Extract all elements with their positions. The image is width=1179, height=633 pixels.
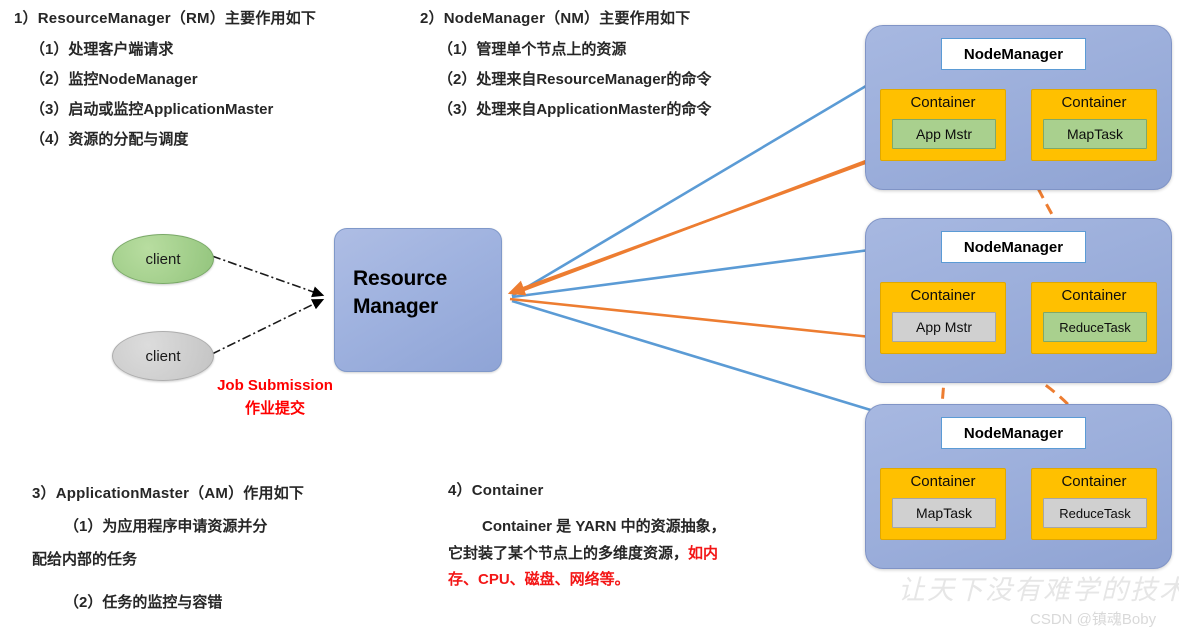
- client-green-label: client: [145, 250, 181, 268]
- container-box-1-right[interactable]: Container MapTask: [1031, 89, 1157, 161]
- section-nodemanager: 2）NodeManager（NM）主要作用如下 （1）管理单个节点上的资源 （2…: [420, 7, 711, 128]
- section-nm-items: （1）管理单个节点上的资源 （2）处理来自ResourceManager的命令 …: [420, 38, 711, 119]
- container-box-1-left[interactable]: Container App Mstr: [880, 89, 1006, 161]
- task-box-maptask-3[interactable]: MapTask: [892, 498, 996, 528]
- section-nm-item-3: （3）处理来自ApplicationMaster的命令: [438, 101, 712, 118]
- nodemanager-panel-2[interactable]: NodeManager Container App Mstr Container…: [865, 218, 1172, 383]
- section-applicationmaster: 3）ApplicationMaster（AM）作用如下 （1）为应用程序申请资源…: [32, 482, 304, 624]
- section-container: 4）Container Container 是 YARN 中的资源抽象，它封装了…: [448, 478, 738, 593]
- resource-manager-label-line2: Manager: [353, 295, 438, 319]
- client-gray-label: client: [145, 347, 181, 365]
- section-nm-heading: 2）NodeManager（NM）主要作用如下: [420, 10, 691, 27]
- task-box-app-mstr-2[interactable]: App Mstr: [892, 312, 996, 342]
- watermark-credit: CSDN @镇魂Boby: [1030, 611, 1157, 628]
- section-am-heading: 3）ApplicationMaster（AM）作用如下: [32, 485, 305, 502]
- section-rm-item-1: （1）处理客户端请求: [30, 41, 174, 58]
- section-rm-heading: 1）ResourceManager（RM）主要作用如下: [14, 10, 317, 27]
- resource-manager-label: Resource Manager: [353, 265, 447, 322]
- container-title-3-left: Container: [910, 473, 976, 490]
- client-node-green[interactable]: client: [112, 234, 214, 284]
- task-box-reducetask-2[interactable]: ReduceTask: [1043, 312, 1147, 342]
- watermark-slogan: 让天下没有难学的技术: [898, 575, 1179, 605]
- container-title-2-left: Container: [910, 287, 976, 304]
- task-box-reducetask-3[interactable]: ReduceTask: [1043, 498, 1147, 528]
- container-title-1-right: Container: [1061, 94, 1127, 111]
- section-am-item1-line2: 配给内部的任务: [32, 551, 138, 568]
- section-am-item2: （2）任务的监控与容错: [64, 594, 223, 611]
- container-box-3-right[interactable]: Container ReduceTask: [1031, 468, 1157, 540]
- job-submission-label: Job Submission 作业提交: [205, 375, 345, 420]
- resource-manager-label-line1: Resource: [353, 267, 448, 290]
- task-box-maptask-1[interactable]: MapTask: [1043, 119, 1147, 149]
- section-rm-items: （1）处理客户端请求 （2）监控NodeManager （3）启动或监控Appl…: [14, 38, 316, 149]
- nodemanager-title-2: NodeManager: [941, 231, 1086, 263]
- container-title-1-left: Container: [910, 94, 976, 111]
- container-box-2-right[interactable]: Container ReduceTask: [1031, 282, 1157, 354]
- nm-to-rm-links: [507, 148, 896, 346]
- section-rm-item-2: （2）监控NodeManager: [30, 71, 198, 88]
- container-title-3-right: Container: [1061, 473, 1127, 490]
- client-node-gray[interactable]: client: [112, 331, 214, 381]
- job-submission-zh: 作业提交: [244, 399, 305, 417]
- section-container-paragraph-plain: Container 是 YARN 中的资源抽象，它封装了某个节点上的多维度资源，: [448, 518, 726, 562]
- container-box-2-left[interactable]: Container App Mstr: [880, 282, 1006, 354]
- nodemanager-panel-3[interactable]: NodeManager Container MapTask Container …: [865, 404, 1172, 569]
- section-nm-item-1: （1）管理单个节点上的资源: [438, 41, 627, 58]
- resource-manager-box[interactable]: Resource Manager: [334, 228, 502, 372]
- client-links: [211, 255, 325, 355]
- nodemanager-panel-1[interactable]: NodeManager Container App Mstr Container…: [865, 25, 1172, 190]
- section-nm-item-2: （2）处理来自ResourceManager的命令: [438, 71, 712, 88]
- task-box-app-mstr-1[interactable]: App Mstr: [892, 119, 996, 149]
- section-container-heading: 4）Container: [448, 482, 544, 499]
- section-am-item1-line1: （1）为应用程序申请资源并分: [64, 518, 268, 535]
- job-submission-en: Job Submission: [217, 377, 333, 394]
- diagram-canvas: 1）ResourceManager（RM）主要作用如下 （1）处理客户端请求 （…: [0, 0, 1179, 633]
- section-rm-item-3: （3）启动或监控ApplicationMaster: [30, 101, 274, 118]
- section-resourcemanager: 1）ResourceManager（RM）主要作用如下 （1）处理客户端请求 （…: [14, 7, 316, 158]
- section-rm-item-4: （4）资源的分配与调度: [30, 131, 189, 148]
- section-container-paragraph: Container 是 YARN 中的资源抽象，它封装了某个节点上的多维度资源，…: [448, 514, 738, 593]
- nodemanager-title-1: NodeManager: [941, 38, 1086, 70]
- nodemanager-title-3: NodeManager: [941, 417, 1086, 449]
- container-box-3-left[interactable]: Container MapTask: [880, 468, 1006, 540]
- container-title-2-right: Container: [1061, 287, 1127, 304]
